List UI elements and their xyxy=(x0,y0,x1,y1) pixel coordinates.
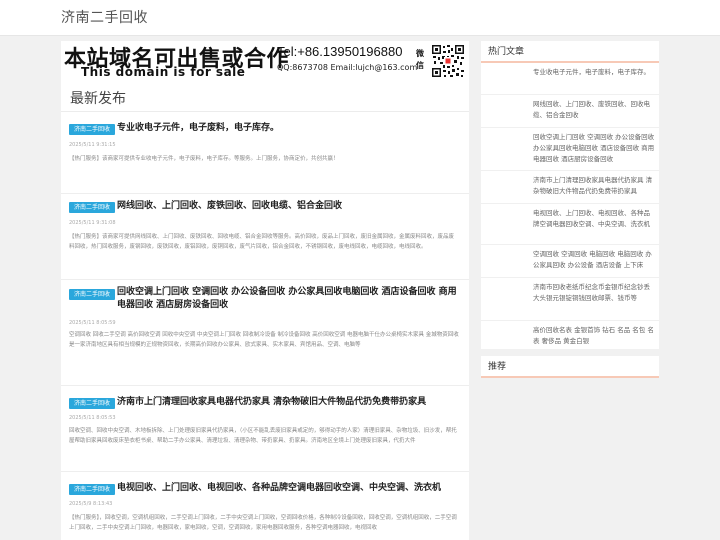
sidebar-hot-link[interactable]: 空调回收 空调回收 电脑回收 电脑回收 办公家具回收 办公设备 酒店设备 上下床 xyxy=(533,249,655,271)
sidebar-hot-item[interactable]: 空调回收 空调回收 电脑回收 电脑回收 办公家具回收 办公设备 酒店设备 上下床 xyxy=(481,245,659,278)
article-thumbnail[interactable] xyxy=(485,326,525,348)
article-thumbnail[interactable] xyxy=(485,283,525,305)
post-item: 济南二手回收 专业收电子元件，电子废料，电子库存。 2025/5/11 9:31… xyxy=(61,112,469,194)
top-header: 济南二手回收 xyxy=(0,0,720,36)
sidebar-hot-link[interactable]: 专业收电子元件，电子废料，电子库存。 xyxy=(533,67,655,78)
article-thumbnail[interactable] xyxy=(485,250,525,272)
post-category-tag[interactable]: 济南二手回收 xyxy=(69,398,116,409)
article-thumbnail[interactable] xyxy=(485,100,525,122)
post-excerpt: 回收空调、回收中央空调、木地板拆除、上门处理废旧家具代扔家具，（小区不能乱丢废旧… xyxy=(69,428,457,444)
post-excerpt: 空调回收 回收二手空调 高价回收空调 回收中央空调 中央空调上门回收 回收制冷设… xyxy=(69,332,459,348)
sidebar-hot-link[interactable]: 回收空调上门回收 空调回收 办公设备回收 办公家具回收电脑回收 酒店设备回收 商… xyxy=(533,132,655,165)
domain-sale-banner: 本站域名可出售或合作 This domain is for sale Tel:+… xyxy=(61,41,469,89)
section-title-latest: 最新发布 xyxy=(70,91,126,107)
post-item: 济南二手回收 网线回收、上门回收、废铁回收、回收电缆、铝合金回收 2025/5/… xyxy=(61,194,469,280)
sidebar-hot-link[interactable]: 济南市上门清理回收家具电器代扔家具 清杂物破旧大件物品代扔免费带扔家具 xyxy=(533,175,655,197)
post-item: 济南二手回收 回收空调上门回收 空调回收 办公设备回收 办公家具回收电脑回收 酒… xyxy=(61,280,469,386)
banner-contact: QQ:8673708 Email:lujch@163.com xyxy=(277,63,418,72)
site-title[interactable]: 济南二手回收 xyxy=(61,7,148,27)
article-thumbnail[interactable] xyxy=(485,209,525,231)
sidebar-hot-item[interactable]: 电视回收、上门回收、电视回收、各种品牌空调电器回收空调、中央空调、洗衣机 xyxy=(481,204,659,245)
post-item: 济南二手回收 电视回收、上门回收、电视回收、各种品牌空调电器回收空调、中央空调、… xyxy=(61,472,469,540)
qr-code-icon xyxy=(431,44,465,78)
post-date: 2025/5/11 8:05:53 xyxy=(69,415,116,421)
sidebar-hot-articles: 热门文章 专业收电子元件，电子废料，电子库存。 网线回收、上门回收、废铁回收、回… xyxy=(481,41,659,349)
post-title-link[interactable]: 电视回收、上门回收、电视回收、各种品牌空调电器回收空调、中央空调、洗衣机 xyxy=(117,482,461,495)
sidebar-hot-item[interactable]: 回收空调上门回收 空调回收 办公设备回收 办公家具回收电脑回收 酒店设备回收 商… xyxy=(481,128,659,171)
sidebar-hot-link[interactable]: 济南市回收老纸币纪念币金银币纪念钞丢大头银元银锭铜钱回收邮票、钱币等 xyxy=(533,282,655,304)
banner-phone: Tel:+86.13950196880 xyxy=(277,44,403,59)
banner-en-text: This domain is for sale xyxy=(81,65,246,79)
article-thumbnail[interactable] xyxy=(485,176,525,198)
sidebar-recommend: 推荐 xyxy=(481,356,659,378)
post-date: 2025/5/11 9:31:08 xyxy=(69,220,116,226)
post-item: 济南二手回收 济南市上门清理回收家具电器代扔家具 清杂物破旧大件物品代扔免费带扔… xyxy=(61,386,469,472)
article-thumbnail[interactable] xyxy=(485,133,525,155)
post-title-link[interactable]: 济南市上门清理回收家具电器代扔家具 清杂物破旧大件物品代扔免费带扔家具 xyxy=(117,396,461,409)
sidebar-hot-link[interactable]: 网线回收、上门回收、废铁回收、回收电缆、铝合金回收 xyxy=(533,99,655,121)
post-category-tag[interactable]: 济南二手回收 xyxy=(69,202,116,213)
sidebar-hot-item[interactable]: 济南市回收老纸币纪念币金银币纪念钞丢大头银元银锭铜钱回收邮票、钱币等 xyxy=(481,278,659,321)
post-date: 2025/5/9 8:13:43 xyxy=(69,501,113,507)
sidebar-hot-item[interactable]: 网线回收、上门回收、废铁回收、回收电缆、铝合金回收 xyxy=(481,95,659,128)
sidebar-hot-item[interactable]: 高价回收名表 金银首饰 钻石 名品 名包 名表 奢侈品 黄金白银 xyxy=(481,321,659,352)
post-excerpt: 【热门服务】该商家可提供专业收电子元件，电子废料，电子库存。等服务。上门服务，协… xyxy=(69,156,339,162)
banner-wechat-label: 微信 xyxy=(416,49,424,70)
sidebar-hot-item[interactable]: 济南市上门清理回收家具电器代扔家具 清杂物破旧大件物品代扔免费带扔家具 xyxy=(481,171,659,204)
sidebar-hot-link[interactable]: 电视回收、上门回收、电视回收、各种品牌空调电器回收空调、中央空调、洗衣机 xyxy=(533,208,655,230)
post-excerpt: 【热门服务】，回收空调，空调机组回收，二手空调上门回收，二手中央空调上门回收，空… xyxy=(69,515,457,531)
sidebar-hot-title: 热门文章 xyxy=(481,41,659,63)
sidebar-hot-item[interactable]: 专业收电子元件，电子废料，电子库存。 xyxy=(481,63,659,95)
post-title-link[interactable]: 网线回收、上门回收、废铁回收、回收电缆、铝合金回收 xyxy=(117,200,461,213)
post-title-link[interactable]: 专业收电子元件，电子废料，电子库存。 xyxy=(117,122,461,135)
post-date: 2025/5/11 8:05:59 xyxy=(69,320,116,326)
post-category-tag[interactable]: 济南二手回收 xyxy=(69,289,116,300)
article-thumbnail[interactable] xyxy=(485,68,525,90)
post-title-link[interactable]: 回收空调上门回收 空调回收 办公设备回收 办公家具回收电脑回收 酒店设备回收 商… xyxy=(117,286,461,312)
main-content: 本站域名可出售或合作 This domain is for sale Tel:+… xyxy=(61,41,469,540)
post-category-tag[interactable]: 济南二手回收 xyxy=(69,124,116,135)
post-date: 2025/5/11 9:31:15 xyxy=(69,142,116,148)
post-category-tag[interactable]: 济南二手回收 xyxy=(69,484,116,495)
sidebar-recommend-title: 推荐 xyxy=(481,356,659,378)
sidebar-hot-link[interactable]: 高价回收名表 金银首饰 钻石 名品 名包 名表 奢侈品 黄金白银 xyxy=(533,325,655,347)
post-excerpt: 【热门服务】该商家可提供网线回收、上门回收、废铁回收、回收电缆、铝合金回收等服务… xyxy=(69,234,455,250)
